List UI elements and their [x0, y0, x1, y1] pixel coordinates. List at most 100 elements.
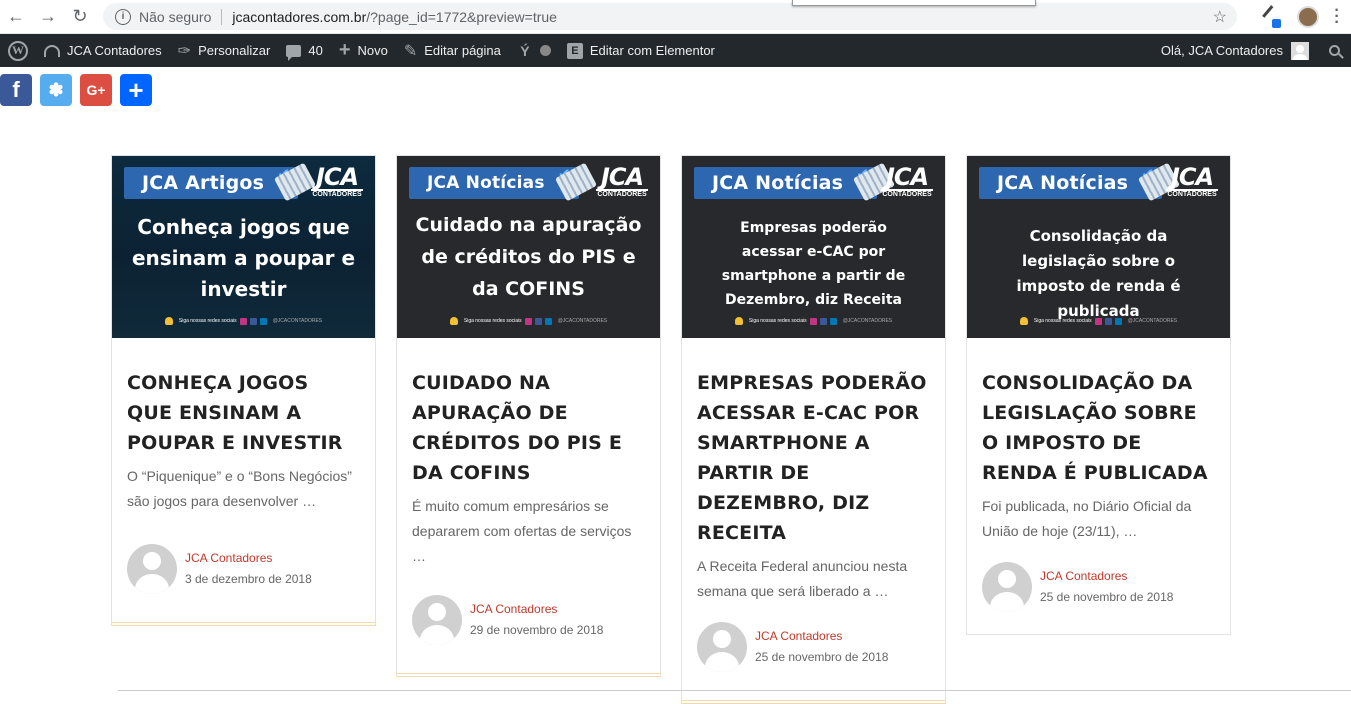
site-name-menu[interactable]: JCA Contadores — [36, 34, 170, 67]
customize-menu[interactable]: ✑ Personalizar — [170, 34, 279, 67]
post-thumbnail[interactable]: JCA Notícias✔ JCACONTADORES Cuidado na a… — [397, 156, 660, 338]
post-title[interactable]: CONHEÇA JOGOS QUE ENSINAM A POUPAR E INV… — [127, 368, 360, 458]
url-path: /?page_id=1772&preview=true — [366, 8, 557, 25]
post-date: 25 de novembro de 2018 — [755, 650, 889, 664]
facebook-icon[interactable]: f — [0, 74, 32, 106]
wordpress-logo-icon: W — [8, 40, 28, 61]
jca-logo: JCA CONTADORES — [1166, 163, 1218, 198]
post-card[interactable]: JCA Notícias✔ JCACONTADORES Consolidação… — [966, 155, 1231, 635]
card-bottom-border — [396, 673, 661, 677]
post-date: 25 de novembro de 2018 — [1040, 590, 1174, 604]
post-author[interactable]: JCA Contadores — [1040, 566, 1173, 587]
edit-page-menu[interactable]: ✎ Editar página — [396, 34, 509, 67]
bookmark-star-icon[interactable]: ☆ — [1213, 7, 1227, 27]
yoast-menu[interactable]: Ý — [509, 34, 559, 67]
browser-toolbar: ← → ↻ i Não seguro jcacontadores.com.br /… — [0, 0, 1351, 34]
post-thumbnail[interactable]: JCA Notícias✔ JCACONTADORES Empresas pod… — [682, 156, 945, 338]
twitter-icon[interactable]: ✽ — [40, 74, 72, 106]
edit-page-label: Editar página — [424, 43, 501, 58]
my-account-menu[interactable]: Olá, JCA Contadores — [1153, 34, 1317, 67]
comment-icon — [286, 44, 302, 61]
thumb-social-bar: Siga nossas redes sociais @JCACONTADORES — [112, 317, 375, 325]
post-author[interactable]: JCA Contadores — [185, 548, 312, 569]
thumb-social-bar: Siga nossas redes sociais @JCACONTADORES — [682, 317, 945, 325]
post-title[interactable]: CONSOLIDAÇÃO DA LEGISLAÇÃO SOBRE O IMPOS… — [982, 368, 1215, 488]
elementor-menu[interactable]: E Editar com Elementor — [559, 34, 723, 67]
reload-icon[interactable]: ↻ — [64, 0, 96, 34]
bell-icon — [1019, 317, 1028, 325]
yoast-icon: Ý — [520, 42, 530, 59]
thumb-tag: JCA Artigos✔ — [124, 162, 317, 202]
thumb-headline: Cuidado na apuração de créditos do PIS e… — [415, 214, 642, 300]
search-icon — [1328, 45, 1340, 56]
user-avatar-icon — [1291, 41, 1309, 60]
paintbrush-icon: ✑ — [177, 42, 192, 60]
forward-arrow-icon[interactable]: → — [32, 0, 64, 34]
thumb-social-bar: Siga nossas redes sociais @JCACONTADORES — [397, 317, 660, 325]
author-avatar — [127, 544, 177, 594]
omnibox-separator — [221, 8, 223, 25]
facebook-small-icon — [249, 317, 257, 325]
post-excerpt: A Receita Federal anunciou nesta semana … — [697, 558, 908, 599]
thumb-headline: Conheça jogos que ensinam a poupar e inv… — [131, 215, 356, 301]
extension-icon[interactable] — [1259, 5, 1282, 28]
author-avatar — [697, 622, 747, 672]
thumb-headline: Empresas poderão acessar e-CAC por smart… — [721, 220, 906, 308]
post-excerpt: O “Piquenique” e o “Bons Negócios” são j… — [127, 468, 352, 509]
post-thumbnail[interactable]: JCA Notícias✔ JCACONTADORES Consolidação… — [967, 156, 1230, 338]
profile-avatar[interactable] — [1297, 6, 1319, 28]
bell-icon — [734, 317, 743, 325]
new-label: Novo — [357, 43, 388, 58]
dashboard-icon — [44, 44, 60, 57]
plus-icon: + — [338, 39, 351, 61]
post-date: 29 de novembro de 2018 — [470, 623, 604, 637]
info-icon[interactable]: i — [115, 8, 131, 25]
author-avatar — [982, 562, 1032, 612]
instagram-icon — [1094, 317, 1102, 325]
wp-admin-bar: W JCA Contadores ✑ Personalizar 40 + Novo … — [0, 34, 1351, 67]
post-thumbnail[interactable]: JCA Artigos✔ JCACONTADORES Conheça jogos… — [112, 156, 375, 338]
instagram-icon — [809, 317, 817, 325]
facebook-small-icon — [1104, 317, 1112, 325]
post-card[interactable]: JCA Notícias✔ JCACONTADORES Empresas pod… — [681, 155, 946, 704]
linkedin-icon — [1114, 317, 1122, 325]
thumb-tag: JCA Notícias✔ — [409, 162, 597, 202]
jca-logo: JCA CONTADORES — [596, 163, 648, 198]
thumb-tag: JCA Notícias✔ — [694, 162, 896, 202]
share-buttons: f ✽ G+ + — [0, 74, 152, 106]
jca-logo: JCA CONTADORES — [881, 163, 933, 198]
post-card[interactable]: JCA Artigos✔ JCACONTADORES Conheça jogos… — [111, 155, 376, 626]
new-content-menu[interactable]: + Novo — [331, 34, 396, 67]
admin-search-button[interactable] — [1317, 45, 1351, 56]
security-label: Não seguro — [139, 8, 212, 25]
facebook-small-icon — [534, 317, 542, 325]
thumb-tag: JCA Notícias✔ — [979, 162, 1181, 202]
back-arrow-icon[interactable]: ← — [0, 0, 32, 34]
dropdown-popup-edge — [792, 0, 1036, 6]
greeting-label: Olá, JCA Contadores — [1160, 43, 1283, 58]
post-card[interactable]: JCA Notícias✔ JCACONTADORES Cuidado na a… — [396, 155, 661, 677]
post-author[interactable]: JCA Contadores — [470, 599, 603, 620]
share-plus-icon[interactable]: + — [120, 74, 152, 106]
instagram-icon — [524, 317, 532, 325]
linkedin-icon — [829, 317, 837, 325]
bell-icon — [449, 317, 458, 325]
post-title[interactable]: EMPRESAS PODERÃO ACESSAR E-CAC POR SMART… — [697, 368, 930, 548]
thumb-headline: Consolidação da legislação sobre o impos… — [1016, 227, 1181, 320]
post-date: 3 de dezembro de 2018 — [185, 572, 312, 586]
comments-count: 40 — [308, 43, 323, 58]
wp-logo-menu[interactable]: W — [0, 34, 36, 67]
address-bar[interactable]: i Não seguro jcacontadores.com.br/?page_… — [103, 3, 1237, 30]
post-author[interactable]: JCA Contadores — [755, 626, 888, 647]
google-plus-icon[interactable]: G+ — [80, 74, 112, 106]
page-divider — [118, 690, 1351, 691]
post-excerpt: Foi publicada, no Diário Oficial da Uniã… — [982, 498, 1192, 539]
author-avatar — [412, 595, 462, 645]
comments-menu[interactable]: 40 — [278, 34, 330, 67]
linkedin-icon — [259, 317, 267, 325]
bell-icon — [164, 317, 173, 325]
browser-menu-icon[interactable]: · · · — [1327, 3, 1347, 31]
jca-logo: JCA CONTADORES — [311, 163, 363, 198]
post-title[interactable]: CUIDADO NA APURAÇÃO DE CRÉDITOS DO PIS E… — [412, 368, 645, 488]
instagram-icon — [239, 317, 247, 325]
